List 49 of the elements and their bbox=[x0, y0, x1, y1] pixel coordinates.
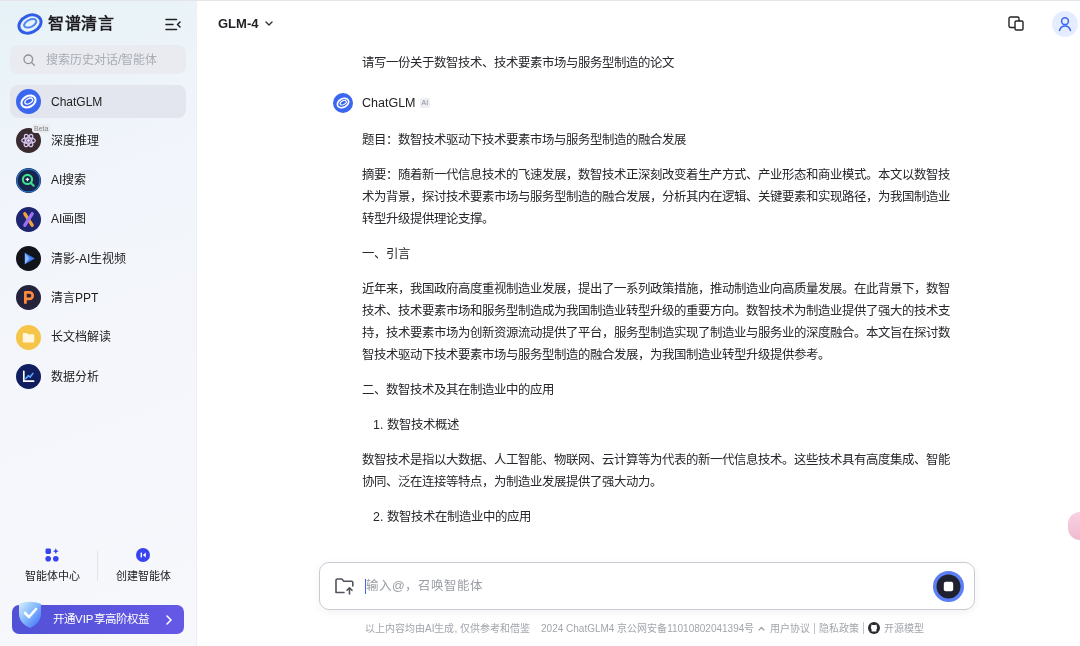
skip-back-icon bbox=[136, 547, 150, 562]
sidebar-item[interactable]: ChatGLM bbox=[10, 85, 186, 118]
line-chart-icon bbox=[16, 364, 41, 390]
model-selector[interactable]: GLM-4 bbox=[218, 13, 274, 34]
text-cursor bbox=[365, 578, 366, 594]
folder-icon bbox=[16, 324, 41, 350]
letter-p-icon bbox=[16, 285, 41, 311]
assistant-avatar-icon bbox=[333, 93, 353, 113]
sidebar-item[interactable]: 数据分析 bbox=[10, 360, 186, 394]
sidebar-action-button[interactable]: 智能体中心 bbox=[10, 547, 94, 584]
response-paragraph: 二、数智技术及其在制造业中的应用 bbox=[361, 382, 555, 399]
copyright-text: 2024 ChatGLM4 京公网安备11010802041394号 bbox=[541, 621, 755, 636]
sidebar-item[interactable]: 清影-AI生视频 bbox=[10, 242, 186, 276]
ring-logo-icon bbox=[16, 89, 41, 114]
apps-icon bbox=[45, 547, 59, 562]
list-item: 2. 数智技术在制造业中的应用 bbox=[372, 509, 532, 526]
disclaimer-text: 以上内容均由AI生成, 仅供参考和借鉴 bbox=[365, 621, 530, 636]
shield-check-icon bbox=[17, 599, 43, 629]
response-paragraph: 一、引言 bbox=[361, 246, 411, 263]
stop-icon[interactable] bbox=[933, 570, 964, 602]
sidebar-item[interactable]: 长文档解读 bbox=[10, 320, 186, 354]
search-icon bbox=[23, 53, 35, 66]
sidebar-action-button[interactable]: 创建智能体 bbox=[101, 547, 185, 584]
magnifier-icon bbox=[16, 167, 41, 193]
user-message: 请写一份关于数智技术、技术要素市场与服务型制造的论文 bbox=[361, 55, 675, 72]
devices-icon[interactable] bbox=[1008, 16, 1024, 31]
sidebar-item[interactable]: AI画图 bbox=[10, 202, 186, 236]
sidebar-item[interactable]: AI搜索 bbox=[10, 163, 186, 197]
list-item: 1. 数智技术概述 bbox=[372, 417, 460, 434]
collapse-sidebar-icon[interactable] bbox=[165, 17, 181, 31]
cross-strokes-icon bbox=[16, 206, 41, 232]
play-icon bbox=[16, 246, 41, 272]
message-composer[interactable]: 输入@，召唤智能体 bbox=[319, 562, 975, 610]
folder-upload-icon[interactable] bbox=[334, 577, 355, 595]
response-paragraph: 题目：数智技术驱动下技术要素市场与服务型制造的融合发展 bbox=[361, 132, 687, 149]
message-input[interactable]: 输入@，召唤智能体 bbox=[366, 576, 933, 596]
response-paragraph: 近年来，我国政府高度重视制造业发展，提出了一系列政策措施，推动制造业向高质量发展。在此背景下，数智技术、技术要素市场和服务型制造成为我国制造业转型升级的重要方向。数智技术为制造业提供了强大的技术支持，技术要素市场为创新资源流动提供了平台，服务型制造实现了制造业与服务业的深度融合。本文旨在探讨数智技术驱动下技术要素市场与服务型制造的融合发展，为我国制造业转型升级提供参考。 bbox=[361, 281, 951, 364]
response-paragraph: 数智技术是指以大数据、人工智能、物联网、云计算等为代表的新一代信息技术。这些技术具有高度集成、智能协同、泛在连接等特点，为制造业发展提供了强大动力。 bbox=[361, 452, 951, 491]
chevron-right-icon bbox=[166, 614, 172, 625]
assistant-name: ChatGLM bbox=[362, 95, 416, 112]
response-paragraph: 摘要：随着新一代信息技术的飞速发展，数智技术正深刻改变着生产方式、产业形态和商业模式。本文以数智技术为背景，探讨技术要素市场与服务型制造的融合发展，分析其内在逻辑、关键要素和实现路径，为我国制造业转型升级提供理论支撑。 bbox=[361, 167, 951, 228]
search-field[interactable]: 搜索历史对话/智能体 bbox=[10, 45, 186, 74]
caret-down-icon bbox=[265, 21, 274, 26]
user-avatar-icon[interactable] bbox=[1052, 10, 1078, 37]
ring-logo-icon bbox=[17, 11, 43, 37]
sidebar-item[interactable]: 清言PPT bbox=[10, 281, 186, 315]
github-icon bbox=[868, 622, 881, 634]
chevron-up-icon bbox=[758, 625, 766, 631]
logo-text: 智谱清言 bbox=[48, 14, 114, 34]
